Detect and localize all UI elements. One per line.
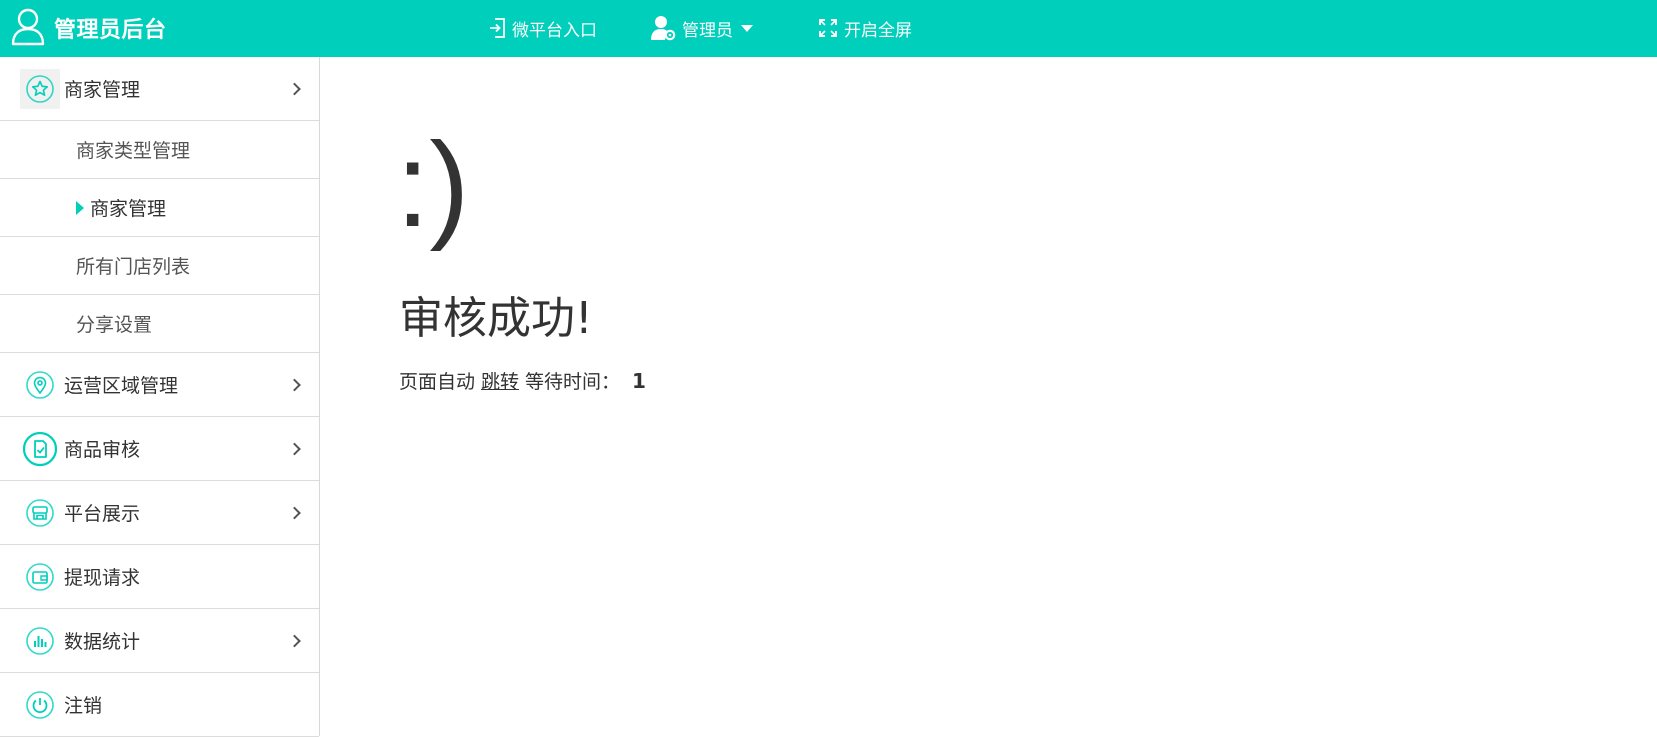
sidebar: 商家管理 商家类型管理 商家管理 所有门店列表 分享设置 运营区域管理 商品审核… [0, 57, 320, 737]
redirect-message: 页面自动 跳转 等待时间： 1 [399, 367, 646, 394]
result-title: 审核成功! [399, 293, 593, 344]
sidebar-subitem-label: 商家类型管理 [76, 140, 191, 162]
fullscreen-toggle[interactable]: 开启全屏 [818, 12, 912, 44]
sidebar-item-merchant-management[interactable]: 商家管理 [0, 57, 319, 121]
top-bar: 管理员后台 微平台入口 管理员 开启全屏 [0, 0, 1657, 57]
micro-platform-entry-link[interactable]: 微平台入口 [488, 12, 597, 44]
fullscreen-icon [818, 18, 838, 38]
sidebar-item-label: 数据统计 [64, 631, 141, 653]
chevron-right-icon [288, 506, 301, 519]
brand-title: 管理员后台 [54, 18, 167, 43]
admin-label: 管理员 [682, 20, 733, 41]
success-emoticon: :) [396, 118, 470, 252]
admin-dropdown[interactable]: 管理员 [650, 12, 753, 44]
main-content: :) 审核成功! 页面自动 跳转 等待时间： 1 [321, 57, 1657, 736]
redirect-link[interactable]: 跳转 [481, 367, 519, 394]
chevron-right-icon [288, 378, 301, 391]
sidebar-item-label: 提现请求 [64, 567, 141, 589]
sidebar-item-operation-area-management[interactable]: 运营区域管理 [0, 353, 319, 417]
location-pin-icon [20, 365, 60, 405]
chevron-right-icon [288, 634, 301, 647]
sidebar-item-label: 注销 [64, 695, 103, 717]
user-gear-icon [650, 14, 676, 42]
star-circle-icon [20, 68, 60, 109]
redirect-prefix: 页面自动 [399, 371, 476, 393]
power-icon [20, 685, 60, 725]
sidebar-item-data-statistics[interactable]: 数据统计 [0, 609, 319, 673]
chevron-right-icon [288, 82, 301, 95]
sidebar-item-label: 平台展示 [64, 503, 141, 525]
active-arrow-icon [76, 200, 84, 215]
fullscreen-label: 开启全屏 [844, 20, 912, 41]
user-outline-icon [10, 6, 46, 50]
wait-label: 等待时间： [525, 371, 621, 393]
sidebar-subitem-share-settings[interactable]: 分享设置 [0, 295, 319, 353]
storefront-icon [20, 493, 60, 533]
wallet-icon [20, 557, 60, 597]
sidebar-item-label: 商家管理 [64, 79, 141, 101]
micro-platform-entry-label: 微平台入口 [512, 20, 597, 41]
sidebar-subitem-merchant-type-management[interactable]: 商家类型管理 [0, 121, 319, 179]
sidebar-item-label: 商品审核 [64, 439, 141, 461]
sidebar-subitem-label: 分享设置 [76, 314, 153, 336]
chevron-right-icon [288, 442, 301, 455]
sidebar-subitem-merchant-management[interactable]: 商家管理 [0, 179, 319, 237]
sidebar-item-product-review[interactable]: 商品审核 [0, 417, 319, 481]
caret-down-icon [741, 24, 753, 32]
sidebar-item-label: 运营区域管理 [64, 375, 179, 397]
bar-chart-icon [20, 621, 60, 661]
sidebar-subitem-label: 所有门店列表 [76, 256, 191, 278]
enter-icon [488, 17, 506, 39]
sidebar-item-platform-display[interactable]: 平台展示 [0, 481, 319, 545]
countdown-value: 1 [632, 369, 646, 393]
document-check-icon [20, 429, 60, 469]
sidebar-subitem-label: 商家管理 [90, 198, 167, 220]
brand: 管理员后台 [10, 8, 167, 48]
sidebar-item-withdrawal-request[interactable]: 提现请求 [0, 545, 319, 609]
sidebar-item-logout[interactable]: 注销 [0, 673, 319, 737]
sidebar-subitem-all-stores-list[interactable]: 所有门店列表 [0, 237, 319, 295]
